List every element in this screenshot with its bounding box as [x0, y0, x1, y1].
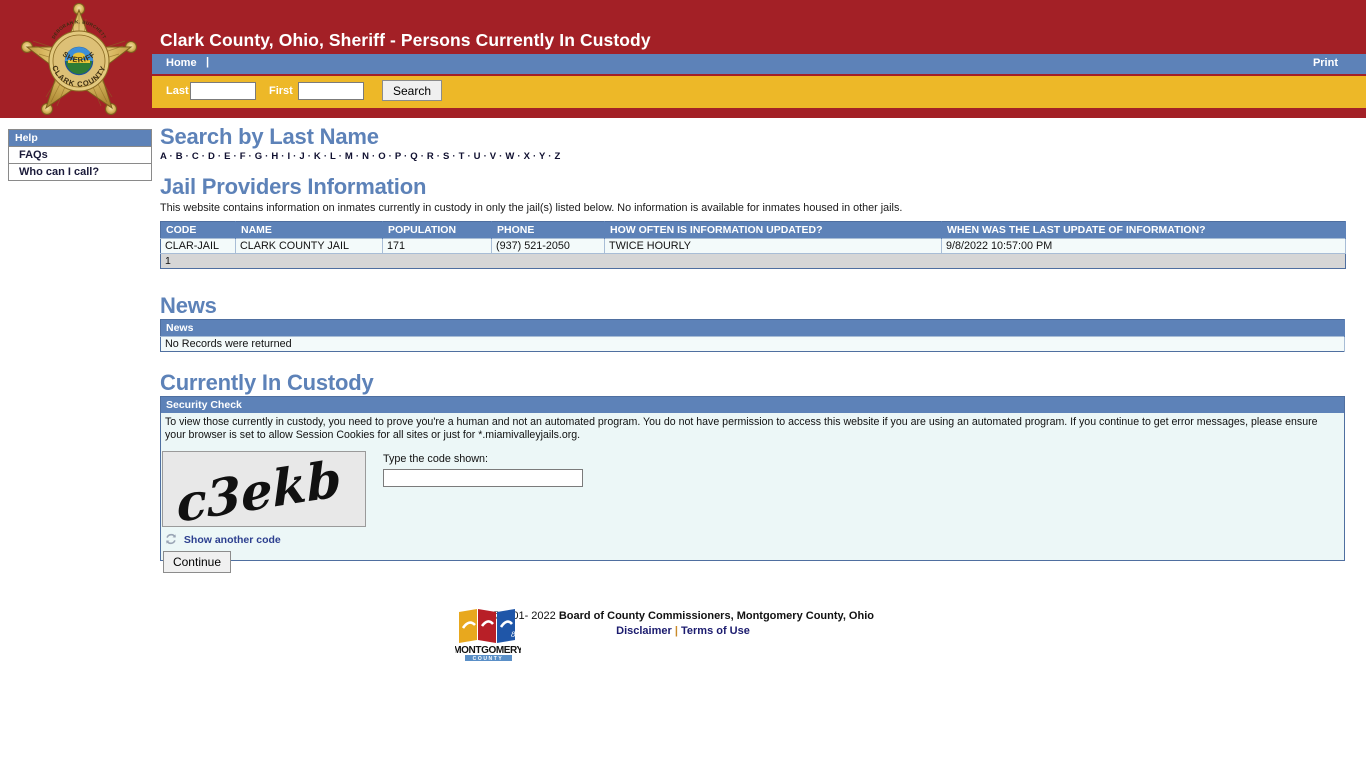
- alpha-separator: ·: [385, 151, 395, 162]
- alpha-link-m[interactable]: M: [345, 151, 353, 162]
- security-check-header: Security Check: [161, 397, 1344, 413]
- alpha-separator: ·: [369, 151, 379, 162]
- alpha-link-z[interactable]: Z: [554, 151, 560, 162]
- alpha-separator: ·: [480, 151, 490, 162]
- captcha-image: c3ekb: [162, 451, 366, 527]
- alpha-link-d[interactable]: D: [208, 151, 215, 162]
- last-name-label: Last: [166, 85, 189, 97]
- cell-code: CLAR-JAIL: [160, 238, 236, 254]
- alpha-link-o[interactable]: O: [378, 151, 386, 162]
- refresh-icon: [166, 533, 176, 545]
- column-header-code: CODE: [160, 221, 236, 239]
- terms-of-use-link[interactable]: Terms of Use: [681, 625, 750, 637]
- alpha-link-k[interactable]: K: [314, 151, 321, 162]
- page-title: Clark County, Ohio, Sheriff - Persons Cu…: [160, 30, 651, 50]
- main-content: Search by Last Name A · B · C · D · E · …: [160, 124, 1350, 573]
- logo-name-text: MONTGOMERY: [455, 645, 521, 656]
- jail-providers-title: Jail Providers Information: [160, 174, 427, 199]
- first-name-input[interactable]: [298, 82, 364, 100]
- cell-update-frequency: TWICE HOURLY: [604, 238, 942, 254]
- copyright-owner: Board of County Commissioners, Montgomer…: [558, 610, 874, 622]
- alpha-separator: ·: [335, 151, 345, 162]
- alpha-separator: ·: [353, 151, 363, 162]
- cell-last-update: 9/8/2022 10:57:00 PM: [941, 238, 1346, 254]
- column-header-population: POPULATION: [382, 221, 492, 239]
- logo-subtitle-text: COUNTY: [473, 656, 504, 662]
- column-header-name: NAME: [235, 221, 383, 239]
- currently-in-custody-title: Currently In Custody: [160, 370, 374, 395]
- cell-population: 171: [382, 238, 492, 254]
- news-empty-row: No Records were returned: [160, 336, 1345, 352]
- alpha-separator: ·: [449, 151, 459, 162]
- alpha-link-u[interactable]: U: [474, 151, 481, 162]
- help-sidebar: Help FAQs Who can I call?: [8, 129, 152, 181]
- alpha-link-r[interactable]: R: [427, 151, 434, 162]
- alphabet-index: A · B · C · D · E · F · G · H · I · J · …: [160, 151, 1350, 162]
- first-name-label: First: [269, 85, 293, 97]
- alpha-separator: ·: [215, 151, 225, 162]
- table-row: CLAR-JAIL CLARK COUNTY JAIL 171 (937) 52…: [160, 238, 1346, 254]
- sidebar-item-faqs[interactable]: FAQs: [9, 147, 151, 164]
- alpha-separator: ·: [514, 151, 524, 162]
- alpha-separator: ·: [278, 151, 288, 162]
- continue-button[interactable]: Continue: [163, 551, 231, 573]
- pager-page-number[interactable]: 1: [160, 253, 1346, 269]
- alpha-separator: ·: [182, 151, 192, 162]
- site-header: DEBORAH K. BURCHETT SHERIFF CLARK COUNTY…: [0, 0, 1366, 118]
- svg-text:86: 86: [511, 631, 520, 639]
- jail-providers-table: CODE NAME POPULATION PHONE HOW OFTEN IS …: [160, 221, 1346, 269]
- security-check-panel: Security Check To view those currently i…: [160, 396, 1345, 573]
- search-by-last-name-title: Search by Last Name: [160, 124, 379, 149]
- news-header-row: News: [160, 319, 1345, 337]
- sidebar-item-who-can-i-call[interactable]: Who can I call?: [9, 164, 151, 180]
- search-bar: Last First Search: [152, 76, 1366, 108]
- alpha-separator: ·: [464, 151, 474, 162]
- column-header-update-frequency: HOW OFTEN IS INFORMATION UPDATED?: [604, 221, 942, 239]
- nav-separator: |: [206, 56, 210, 68]
- montgomery-county-logo-icon: 86 MONTGOMERY COUNTY: [453, 606, 524, 662]
- security-check-description: To view those currently in custody, you …: [165, 416, 1318, 441]
- alpha-separator: ·: [530, 151, 540, 162]
- alpha-link-q[interactable]: Q: [410, 151, 418, 162]
- alpha-link-w[interactable]: W: [505, 151, 514, 162]
- column-header-last-update: WHEN WAS THE LAST UPDATE OF INFORMATION?: [941, 221, 1346, 239]
- show-another-code-label: Show another code: [183, 534, 281, 546]
- captcha-code-label: Type the code shown:: [383, 453, 489, 465]
- jail-providers-intro: This website contains information on inm…: [160, 202, 903, 214]
- column-header-phone: PHONE: [491, 221, 605, 239]
- alpha-link-a[interactable]: A: [160, 151, 167, 162]
- disclaimer-link[interactable]: Disclaimer: [616, 625, 672, 637]
- news-empty-message: No Records were returned: [160, 336, 1345, 352]
- cell-name: CLARK COUNTY JAIL: [235, 238, 383, 254]
- column-header-news: News: [160, 319, 1345, 337]
- table-header-row: CODE NAME POPULATION PHONE HOW OFTEN IS …: [160, 221, 1346, 239]
- alpha-separator: ·: [166, 151, 176, 162]
- nav-item-home[interactable]: Home: [166, 57, 197, 69]
- site-footer: 86 MONTGOMERY COUNTY ©2001- 2022 Board o…: [0, 600, 1366, 662]
- captcha-code-input[interactable]: [383, 469, 583, 487]
- print-link[interactable]: Print: [1313, 57, 1338, 69]
- alpha-separator: ·: [198, 151, 208, 162]
- footer-links-separator: |: [674, 625, 678, 637]
- alpha-separator: ·: [230, 151, 240, 162]
- navigation-bar: Home | Print: [152, 54, 1366, 74]
- last-name-input[interactable]: [190, 82, 256, 100]
- security-check-body: To view those currently in custody, you …: [161, 413, 1344, 573]
- alpha-separator: ·: [433, 151, 444, 162]
- alpha-separator: ·: [417, 151, 427, 162]
- sidebar-header: Help: [9, 130, 151, 147]
- news-title: News: [160, 293, 217, 318]
- search-button[interactable]: Search: [382, 80, 442, 101]
- alpha-separator: ·: [245, 151, 255, 162]
- alpha-separator: ·: [401, 151, 411, 162]
- alpha-link-b[interactable]: B: [176, 151, 183, 162]
- alpha-link-c[interactable]: C: [192, 151, 199, 162]
- alpha-separator: ·: [320, 151, 331, 162]
- news-table: News No Records were returned: [160, 319, 1345, 352]
- alpha-separator: ·: [304, 151, 314, 162]
- cell-phone: (937) 521-2050: [491, 238, 605, 254]
- table-pager-row: 1: [160, 253, 1346, 269]
- sheriff-badge-icon: DEBORAH K. BURCHETT SHERIFF CLARK COUNTY: [14, 2, 144, 126]
- show-another-code-link[interactable]: Show another code: [165, 533, 281, 546]
